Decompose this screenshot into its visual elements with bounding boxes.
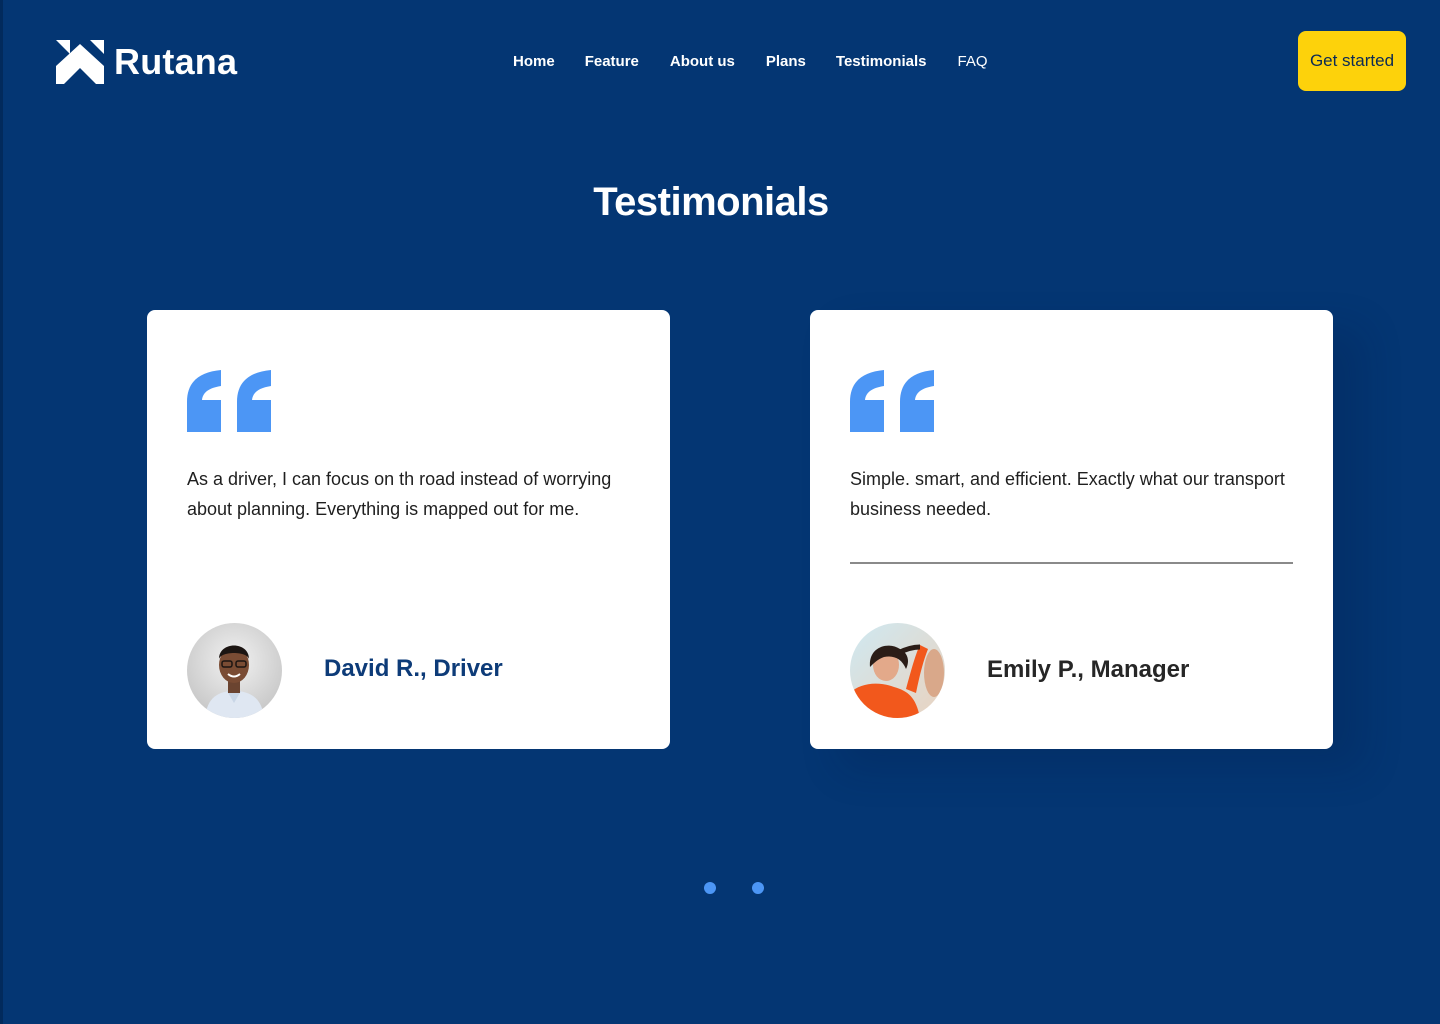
get-started-button[interactable]: Get started [1298,31,1406,91]
person-avatar-icon [850,623,945,718]
page-edge [0,0,3,1024]
nav-item-home[interactable]: Home [513,52,555,72]
quote-icon [187,370,271,432]
brand-logo[interactable]: Rutana [56,40,237,84]
main-nav: Home Feature About us Plans Testimonials… [513,52,988,72]
testimonial-author: David R., Driver [324,655,503,682]
nav-item-testimonials[interactable]: Testimonials [836,52,927,72]
testimonial-card: Simple. smart, and efficient. Exactly wh… [810,310,1333,749]
carousel-pagination [704,882,764,894]
pagination-dot[interactable] [704,882,716,894]
nav-item-faq[interactable]: FAQ [958,52,988,72]
brand-name: Rutana [114,41,238,82]
nav-item-plans[interactable]: Plans [766,52,806,72]
card-divider [850,562,1293,564]
section-title: Testimonials [593,180,829,224]
testimonial-card: As a driver, I can focus on th road inst… [147,310,670,749]
person-avatar-icon [187,623,282,718]
nav-item-about-us[interactable]: About us [670,52,735,72]
logo-icon [56,40,104,84]
quote-icon [850,370,934,432]
testimonial-author: Emily P., Manager [987,656,1190,683]
testimonial-quote: As a driver, I can focus on th road inst… [187,469,612,519]
pagination-dot[interactable] [752,882,764,894]
testimonial-quote: Simple. smart, and efficient. Exactly wh… [850,469,1285,519]
nav-item-feature[interactable]: Feature [585,52,639,72]
